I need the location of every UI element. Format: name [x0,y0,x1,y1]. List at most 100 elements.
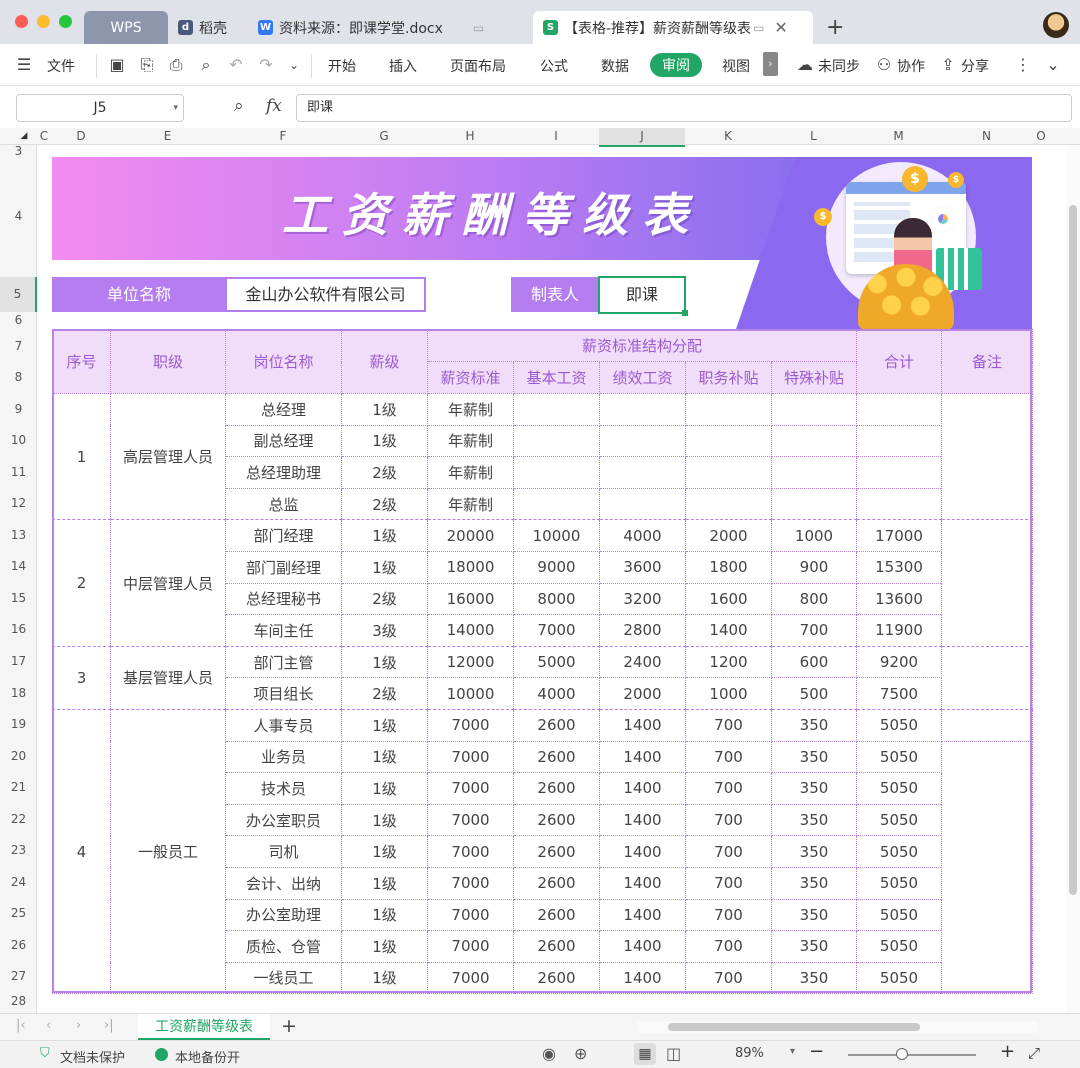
cell-basic-pay[interactable]: 8000 [513,582,600,616]
cell-salary-standard[interactable]: 20000 [427,519,514,552]
cell-position[interactable]: 司机 [225,835,342,868]
cell-performance-pay[interactable]: 2400 [599,645,686,679]
cell-special-allowance[interactable]: 1000 [771,519,857,552]
horizontal-scrollbar[interactable] [636,1021,1040,1033]
formula-input[interactable]: 即课 [296,94,1072,122]
cell-total[interactable] [856,424,942,458]
cell-grade[interactable]: 1级 [341,393,428,426]
cell-position[interactable]: 车间主任 [225,614,342,647]
cell-special-allowance[interactable]: 350 [771,772,857,805]
row-header[interactable]: 11 [0,465,37,479]
unit-name-value-cell[interactable]: 金山办公软件有限公司 [225,277,426,312]
cell-total[interactable]: 5050 [856,835,942,868]
row-header[interactable]: 9 [0,402,37,416]
cell-position-allowance[interactable]: 700 [685,835,772,868]
cell-special-allowance[interactable]: 350 [771,961,857,995]
cell-basic-pay[interactable]: 2600 [513,835,600,868]
cell-position-allowance[interactable]: 700 [685,772,772,805]
cell-performance-pay[interactable] [599,424,686,458]
cell-grade[interactable]: 1级 [341,835,428,868]
cell-grade[interactable]: 1级 [341,803,428,837]
cell-position[interactable]: 业务员 [225,740,342,774]
cell-total[interactable]: 5050 [856,772,942,805]
row-header[interactable]: 7 [0,339,37,353]
maker-value-cell-selected[interactable]: 即课 [598,276,688,316]
cell-salary-standard[interactable]: 7000 [427,866,514,900]
cell-position[interactable]: 一线员工 [225,961,342,995]
row-header[interactable]: 19 [0,717,37,731]
column-header[interactable]: H [427,128,513,145]
minimize-window-icon[interactable] [37,15,50,28]
header-position-allowance[interactable]: 职务补贴 [685,361,772,394]
cell-salary-standard[interactable]: 14000 [427,614,514,647]
cell-grade[interactable]: 1级 [341,898,428,932]
cell-total[interactable]: 7500 [856,677,942,710]
cell-grade[interactable]: 1级 [341,424,428,458]
add-sheet-button[interactable]: + [281,1015,297,1037]
row-header[interactable]: 4 [0,209,37,223]
cell-salary-standard[interactable]: 7000 [427,835,514,868]
menu-page-layout[interactable]: 页面布局 [450,56,506,76]
cell-salary-standard[interactable]: 18000 [427,550,514,584]
column-header[interactable]: F [225,128,341,145]
collaborate-icon[interactable]: ⚇ [874,55,894,75]
maker-label-cell[interactable]: 制表人 [511,277,599,312]
cell-total[interactable]: 5050 [856,803,942,837]
fullscreen-icon[interactable]: ⤢ [1028,1044,1040,1062]
cell-remark[interactable] [941,519,1033,647]
cell-basic-pay[interactable]: 5000 [513,645,600,679]
fx-icon[interactable]: fx [266,96,282,116]
cell-performance-pay[interactable]: 1400 [599,835,686,868]
cell-total[interactable] [856,487,942,521]
cell-salary-standard[interactable]: 年薪制 [427,456,514,489]
cell-salary-standard[interactable]: 7000 [427,930,514,963]
cell-performance-pay[interactable]: 1400 [599,772,686,805]
close-window-icon[interactable] [15,15,28,28]
cell-grade[interactable]: 1级 [341,961,428,995]
row-header[interactable]: 18 [0,686,37,700]
cell-basic-pay[interactable]: 2600 [513,930,600,963]
cell-position[interactable]: 部门经理 [225,519,342,552]
cell-position[interactable]: 人事专员 [225,708,342,742]
cell-salary-standard[interactable]: 10000 [427,677,514,710]
save-icon[interactable]: ▣ [107,55,127,75]
share-button[interactable]: 分享 [961,56,989,76]
cell-total[interactable]: 13600 [856,582,942,616]
header-no[interactable]: 序号 [52,329,111,394]
cell-total[interactable]: 11900 [856,614,942,647]
cell-grade[interactable]: 1级 [341,930,428,963]
cell-performance-pay[interactable]: 1400 [599,898,686,932]
share-icon[interactable]: ⇪ [938,55,958,75]
cell-no[interactable]: 1 [52,392,111,521]
column-header[interactable]: M [856,128,941,145]
cell-remark[interactable] [941,645,1033,710]
menu-start[interactable]: 开始 [328,56,356,76]
cell-remark[interactable] [941,392,1033,521]
row-header[interactable]: 10 [0,433,37,447]
cell-salary-standard[interactable]: 12000 [427,645,514,679]
cell-position-allowance[interactable]: 1800 [685,550,772,584]
header-total[interactable]: 合计 [856,329,942,394]
cell-performance-pay[interactable]: 1400 [599,930,686,963]
cell-grade[interactable]: 2级 [341,677,428,710]
cell-position[interactable]: 部门副经理 [225,550,342,584]
cell-salary-standard[interactable]: 年薪制 [427,487,514,521]
cell-basic-pay[interactable]: 2600 [513,898,600,932]
row-header[interactable]: 16 [0,622,37,636]
name-box[interactable]: J5 ▾ [16,94,184,122]
cell-salary-standard[interactable]: 16000 [427,582,514,616]
zoom-level[interactable]: 89% [735,1046,764,1061]
file-menu[interactable]: 文件 [47,56,75,76]
column-header[interactable]: C [37,128,51,145]
row-header[interactable]: 6 [0,313,37,327]
cell-special-allowance[interactable]: 350 [771,708,857,742]
tab-spreadsheet[interactable]: S 【表格-推荐】薪资薪酬等级表 ▭ ✕ [533,11,813,44]
prev-sheet-icon[interactable]: ‹ [46,1018,51,1033]
cell-grade[interactable]: 1级 [341,772,428,805]
zoom-slider[interactable] [848,1048,976,1060]
cell-grade[interactable]: 3级 [341,614,428,647]
cell-special-allowance[interactable]: 350 [771,930,857,963]
cell-total[interactable]: 5050 [856,740,942,774]
cell-salary-standard[interactable]: 7000 [427,803,514,837]
cell-basic-pay[interactable]: 10000 [513,519,600,552]
